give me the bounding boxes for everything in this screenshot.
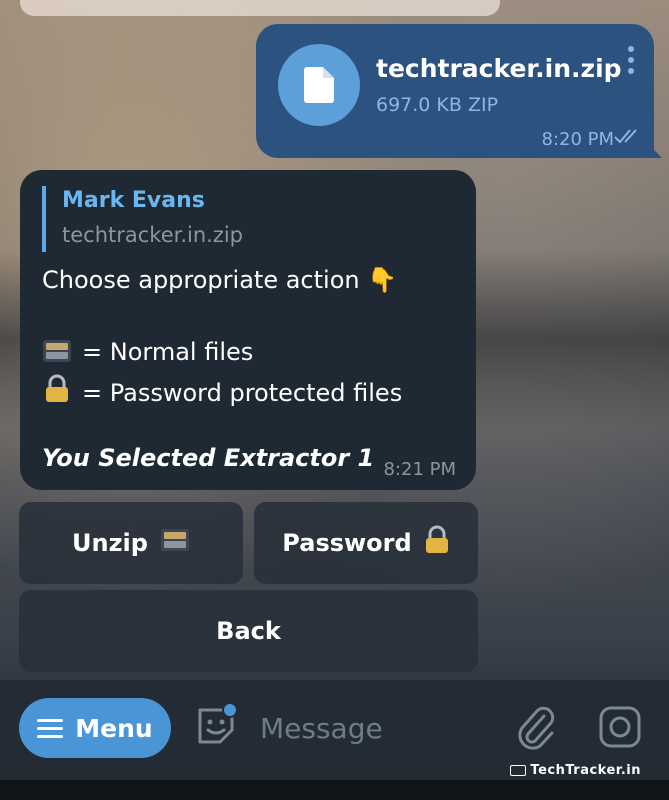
password-button[interactable]: Password [254, 502, 478, 584]
reply-file: techtracker.in.zip [62, 223, 244, 247]
password-files-text: = Password protected files [82, 379, 403, 407]
back-label: Back [216, 617, 281, 645]
reply-quote[interactable]: Mark Evans techtracker.in.zip [42, 186, 243, 252]
message-time: 8:21 PM [383, 459, 456, 480]
file-cabinet-icon [160, 528, 190, 558]
camera-icon[interactable] [597, 704, 643, 754]
lock-icon [42, 374, 72, 402]
hamburger-icon [37, 714, 64, 743]
outgoing-file-message[interactable]: techtracker.in.zip 697.0 KB ZIP 8:20 PM [256, 24, 662, 158]
selected-extractor: You Selected Extractor 1 [42, 444, 375, 472]
file-name: techtracker.in.zip [376, 54, 622, 83]
normal-files-text: = Normal files [82, 338, 254, 366]
watermark-logo-icon [510, 765, 527, 776]
message-time: 8:20 PM [541, 129, 614, 150]
normal-files-line: = Normal files [42, 338, 253, 366]
menu-label: Menu [75, 713, 153, 743]
lock-icon [424, 525, 450, 561]
more-options-icon[interactable] [628, 46, 634, 79]
password-label: Password [282, 529, 412, 557]
unzip-button[interactable]: Unzip [19, 502, 243, 584]
attach-icon[interactable] [514, 704, 556, 756]
file-meta: 697.0 KB ZIP [376, 94, 499, 116]
back-button[interactable]: Back [19, 590, 478, 672]
watermark-text: TechTracker.in [530, 763, 641, 778]
previous-message-edge [20, 0, 500, 16]
file-icon[interactable] [278, 44, 360, 126]
unzip-label: Unzip [72, 529, 148, 557]
message-heading: Choose appropriate action 👇 [42, 266, 398, 294]
watermark: TechTracker.in [510, 763, 641, 778]
bubble-tail [648, 144, 662, 158]
file-cabinet-icon [42, 339, 72, 363]
message-input[interactable] [260, 708, 480, 748]
system-nav-bar [0, 780, 669, 800]
notification-dot [222, 702, 238, 718]
double-check-icon [614, 128, 642, 148]
incoming-message[interactable]: Mark Evans techtracker.in.zip Choose app… [20, 170, 476, 490]
password-files-line: = Password protected files [42, 374, 402, 407]
menu-button[interactable]: Menu [19, 698, 171, 758]
reply-sender: Mark Evans [62, 188, 205, 213]
